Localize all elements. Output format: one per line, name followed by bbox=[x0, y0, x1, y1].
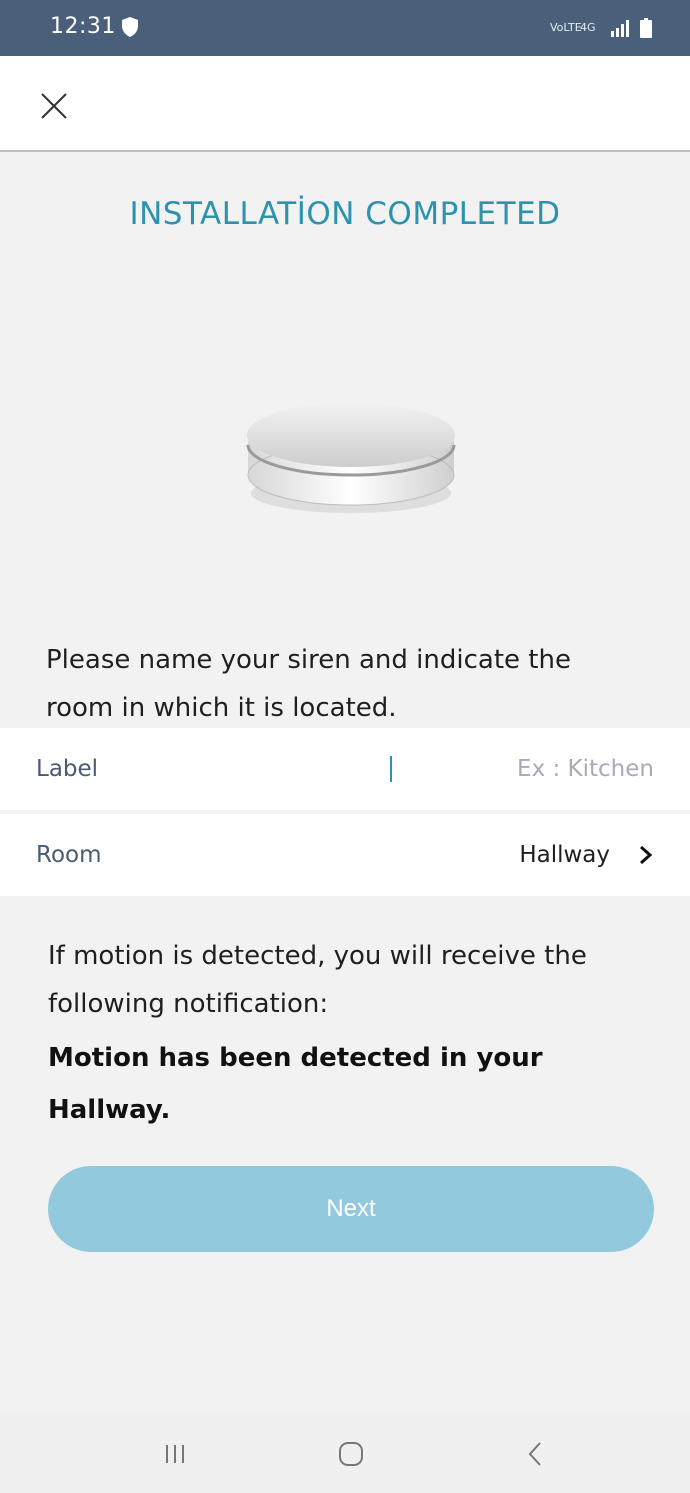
back-icon bbox=[528, 1442, 541, 1466]
room-value: Hallway bbox=[519, 842, 610, 868]
recent-apps-icon bbox=[166, 1445, 184, 1463]
page-title: INSTALLATİON COMPLETED bbox=[129, 196, 561, 232]
label-row: Label bbox=[0, 728, 690, 810]
label-input[interactable] bbox=[390, 756, 654, 782]
siren-device-image bbox=[246, 403, 456, 513]
close-button[interactable] bbox=[26, 78, 82, 134]
back-button[interactable] bbox=[505, 1434, 565, 1474]
system-nav-bar bbox=[0, 1412, 690, 1493]
status-icons: VoLTE 4G bbox=[550, 18, 652, 38]
home-button[interactable] bbox=[321, 1434, 381, 1474]
notification-intro: If motion is detected, you will receive … bbox=[48, 941, 587, 1019]
next-button[interactable]: Next bbox=[48, 1166, 654, 1252]
label-title: Label bbox=[36, 756, 99, 782]
notification-message: Motion has been detected in your Hallway… bbox=[48, 1043, 543, 1125]
room-title: Room bbox=[36, 842, 102, 868]
room-row[interactable]: Room Hallway bbox=[0, 814, 690, 896]
recent-apps-button[interactable] bbox=[145, 1434, 205, 1474]
network-indicator: 4G bbox=[580, 21, 596, 34]
chevron-right-icon bbox=[640, 845, 653, 865]
app-bar bbox=[0, 56, 690, 152]
shield-icon bbox=[122, 17, 138, 37]
battery-icon bbox=[640, 18, 652, 38]
close-icon bbox=[41, 93, 67, 119]
status-bar: 12:31 VoLTE 4G bbox=[0, 0, 690, 56]
volte-indicator: VoLTE bbox=[550, 21, 582, 34]
instruction-text: Please name your siren and indicate the … bbox=[46, 645, 571, 723]
signal-icon bbox=[611, 20, 629, 37]
home-icon bbox=[339, 1442, 363, 1466]
status-time: 12:31 bbox=[50, 14, 116, 39]
